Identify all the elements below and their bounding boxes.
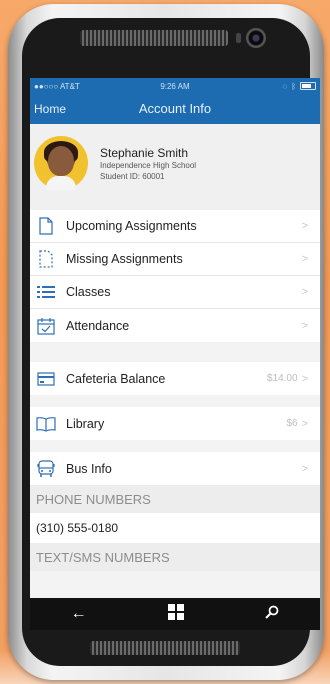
status-bar: ●●○○○ AT&T 9:26 AM ◌ ᛒ <box>30 78 320 94</box>
front-camera <box>246 28 266 48</box>
windows-start-icon[interactable] <box>167 603 184 625</box>
phone-numbers-header: PHONE NUMBERS <box>30 485 320 513</box>
avatar <box>34 136 88 190</box>
menu-label: Cafeteria Balance <box>66 371 166 386</box>
profile-card: Stephanie Smith Independence High School… <box>30 124 320 210</box>
search-icon[interactable] <box>265 605 279 624</box>
chevron-right-icon: > <box>301 286 308 298</box>
book-icon <box>36 415 56 433</box>
app-screen: ●●○○○ AT&T 9:26 AM ◌ ᛒ Home Account Info… <box>30 78 320 626</box>
menu-item-bus-info[interactable]: Bus Info > <box>30 452 320 485</box>
menu-label: Attendance <box>66 318 130 333</box>
chevron-right-icon: > <box>301 253 308 265</box>
menu-label: Upcoming Assignments <box>66 219 197 233</box>
chevron-right-icon: > <box>301 319 308 332</box>
bus-icon <box>36 459 56 478</box>
menu-item-attendance[interactable]: Attendance > <box>30 309 320 342</box>
menu-label: Classes <box>66 285 111 299</box>
avatar-shirt <box>46 176 76 190</box>
list-icon <box>36 283 56 301</box>
menu-label: Missing Assignments <box>66 252 183 266</box>
library-fine-value: $6 <box>286 418 298 429</box>
cafeteria-group: Cafeteria Balance $14.00 > <box>30 362 320 395</box>
student-id: Student ID: 60001 <box>100 172 165 181</box>
school-name: Independence High School <box>100 161 197 170</box>
calendar-check-icon <box>36 317 56 335</box>
nav-bar: Home Account Info <box>30 94 320 124</box>
chevron-right-icon: > <box>301 417 308 430</box>
chevron-right-icon: > <box>301 462 308 475</box>
menu-item-classes[interactable]: Classes > <box>30 276 320 309</box>
sms-numbers-header: TEXT/SMS NUMBERS <box>30 543 320 571</box>
chevron-right-icon: > <box>301 372 308 385</box>
missing-document-icon <box>36 250 56 268</box>
battery-icon <box>300 82 316 90</box>
menu-item-missing-assignments[interactable]: Missing Assignments > <box>30 243 320 276</box>
academic-menu: Upcoming Assignments > Missing Assignmen… <box>30 210 320 342</box>
menu-item-library[interactable]: Library $6 > <box>30 407 320 440</box>
avatar-face <box>48 146 74 176</box>
chevron-right-icon: > <box>301 220 308 232</box>
cafeteria-balance-value: $14.00 <box>266 373 298 384</box>
system-softkeys: ← <box>30 598 320 630</box>
document-icon <box>36 217 56 235</box>
top-speaker-grille <box>80 30 228 46</box>
page-title: Account Info <box>138 101 212 116</box>
proximity-sensor <box>236 33 241 43</box>
library-group: Library $6 > <box>30 407 320 440</box>
phone-number-item[interactable]: (310) 555-0180 <box>30 513 320 543</box>
menu-label: Library <box>66 416 105 431</box>
menu-item-upcoming-assignments[interactable]: Upcoming Assignments > <box>30 210 320 243</box>
card-icon <box>36 370 56 388</box>
menu-label: Bus Info <box>66 461 112 476</box>
back-arrow-icon[interactable]: ← <box>71 605 87 623</box>
bottom-speaker-grille <box>90 641 240 655</box>
bus-group: Bus Info > <box>30 452 320 485</box>
student-name: Stephanie Smith <box>100 146 189 160</box>
menu-item-cafeteria-balance[interactable]: Cafeteria Balance $14.00 > <box>30 362 320 395</box>
clock: 9:26 AM <box>160 81 190 91</box>
